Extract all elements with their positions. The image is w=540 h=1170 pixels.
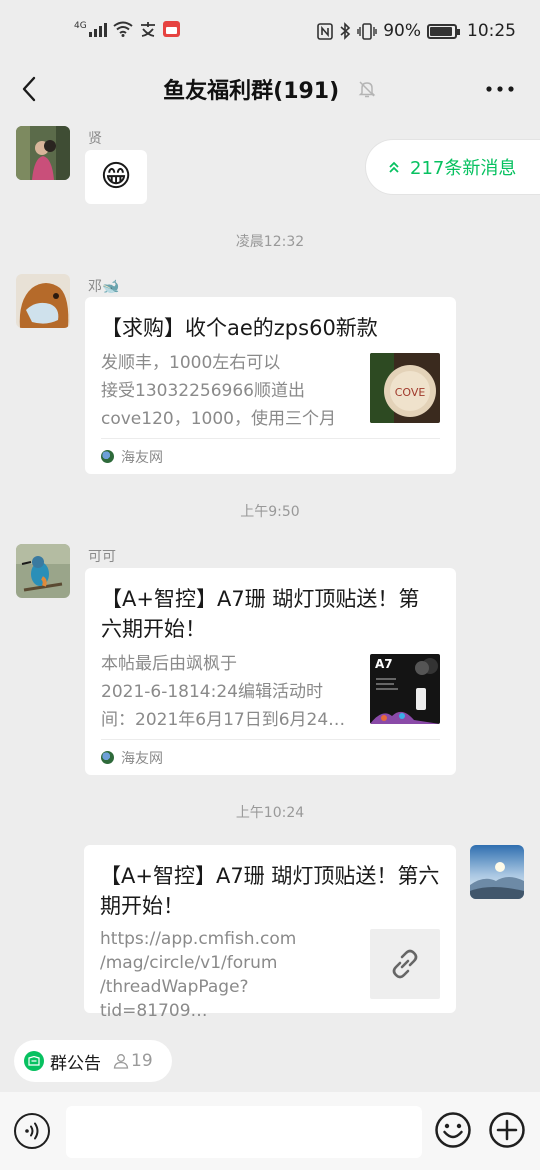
calendar-app-icon xyxy=(162,21,180,37)
card-thumbnail: A7 xyxy=(370,654,440,724)
card-thumbnail: COVE xyxy=(370,353,440,423)
card-description: https://app.cmfish.com /mag/circle/v1/fo… xyxy=(100,929,297,1021)
source-logo-icon xyxy=(101,450,114,463)
source-name: 海友网 xyxy=(121,449,163,466)
more-button[interactable] xyxy=(480,72,520,106)
source-logo-icon xyxy=(101,751,114,764)
my-avatar[interactable] xyxy=(470,845,524,899)
card-body: 本帖最后由飒枫于 2021-6-1814:24编辑活动时 间：2021年6月17… xyxy=(101,650,440,734)
notice-read-count: 19 xyxy=(113,1051,153,1071)
card-source: 海友网 xyxy=(101,739,440,775)
message-input[interactable] xyxy=(66,1106,422,1158)
clock: 10:25 xyxy=(467,21,516,41)
status-left: 4G xyxy=(74,21,180,37)
person-icon xyxy=(113,1054,129,1069)
battery-fill xyxy=(430,26,452,36)
link-card-self[interactable]: 【A+智控】A7珊 瑚灯顶贴送！第六期开始！ https://app.cmfis… xyxy=(84,845,456,1021)
link-card[interactable]: 【求购】收个ae的zps60新款 发顺丰，1000左右可以 接受13032256… xyxy=(85,297,456,474)
card-body: 发顺丰，1000左右可以 接受13032256966顺道出 cove120，10… xyxy=(101,349,440,433)
message-timestamp: 上午9:50 xyxy=(240,504,300,520)
emoji-message[interactable]: 😁 xyxy=(85,150,147,204)
nfc-icon xyxy=(317,22,334,40)
plus-icon xyxy=(489,1112,525,1148)
status-right: 90% 10:25 xyxy=(317,21,516,41)
card-title: 【A+智控】A7珊 瑚灯顶贴送！第六期开始！ xyxy=(100,864,440,918)
grin-emoji: 😁 xyxy=(100,159,132,194)
group-name: 鱼友福利群(191) xyxy=(163,79,340,104)
thumb-brand-text: COVE xyxy=(395,386,426,399)
source-name: 海友网 xyxy=(121,750,163,767)
battery-percent: 90% xyxy=(383,21,421,41)
sender-name: 贤 xyxy=(88,131,102,147)
sender-name: 可可 xyxy=(88,549,116,565)
double-chevron-up-icon xyxy=(389,161,399,173)
sender-name: 邓🐋 xyxy=(88,279,120,295)
friend-app-icon xyxy=(140,22,155,37)
emoji-button[interactable] xyxy=(434,1111,472,1149)
card-description: 发顺丰，1000左右可以 接受13032256966顺道出 cove120，10… xyxy=(101,353,336,429)
voice-button[interactable] xyxy=(14,1113,50,1149)
avatar[interactable] xyxy=(16,126,70,180)
message-timestamp: 上午10:24 xyxy=(235,805,305,821)
more-actions-button[interactable] xyxy=(488,1111,526,1149)
message-list[interactable]: 贤 😁 217条新消息 凌晨12:32 邓🐋 【求购】收个ae的zps60新款 … xyxy=(0,116,540,1030)
network-type: 4G xyxy=(74,21,87,31)
battery-icon xyxy=(427,23,460,39)
link-card[interactable]: 【A+智控】A7珊 瑚灯顶贴送！第六期开始！ 本帖最后由飒枫于 2021-6-1… xyxy=(85,568,456,775)
bluetooth-icon xyxy=(340,22,351,40)
card-title: 【求购】收个ae的zps60新款 xyxy=(101,316,378,340)
card-source: 海友网 xyxy=(101,438,440,474)
signal-icon xyxy=(88,21,107,37)
thumb-brand-text: A7 xyxy=(375,657,393,671)
emoji-icon xyxy=(435,1112,471,1148)
chat-title: 鱼友福利群(191) xyxy=(0,73,540,105)
group-notice-button[interactable]: 群公告 19 xyxy=(14,1040,172,1082)
notice-count-value: 19 xyxy=(131,1051,153,1071)
new-messages-label: 217条新消息 xyxy=(410,158,517,179)
card-title: 【A+智控】A7珊 瑚灯顶贴送！第六期开始！ xyxy=(101,587,420,641)
card-thumbnail xyxy=(370,929,440,999)
notice-label: 群公告 xyxy=(50,1053,101,1074)
input-bar xyxy=(0,1092,540,1170)
link-icon xyxy=(392,949,418,979)
new-messages-button[interactable]: 217条新消息 xyxy=(366,140,540,194)
voice-icon xyxy=(25,1122,39,1140)
chat-header: 鱼友福利群(191) xyxy=(0,62,540,116)
card-description: 本帖最后由飒枫于 2021-6-1814:24编辑活动时 间：2021年6月17… xyxy=(101,654,346,730)
message-timestamp: 凌晨12:32 xyxy=(235,234,305,250)
card-body: https://app.cmfish.com /mag/circle/v1/fo… xyxy=(100,927,440,1023)
vibrate-icon xyxy=(357,22,377,40)
status-bar: 4G 90% 10:25 xyxy=(0,0,540,62)
wifi-icon xyxy=(113,21,133,37)
more-dots-icon xyxy=(486,86,514,92)
bell-off-icon xyxy=(357,79,377,105)
avatar[interactable] xyxy=(16,274,70,328)
avatar[interactable] xyxy=(16,544,70,598)
notice-icon xyxy=(24,1051,44,1071)
